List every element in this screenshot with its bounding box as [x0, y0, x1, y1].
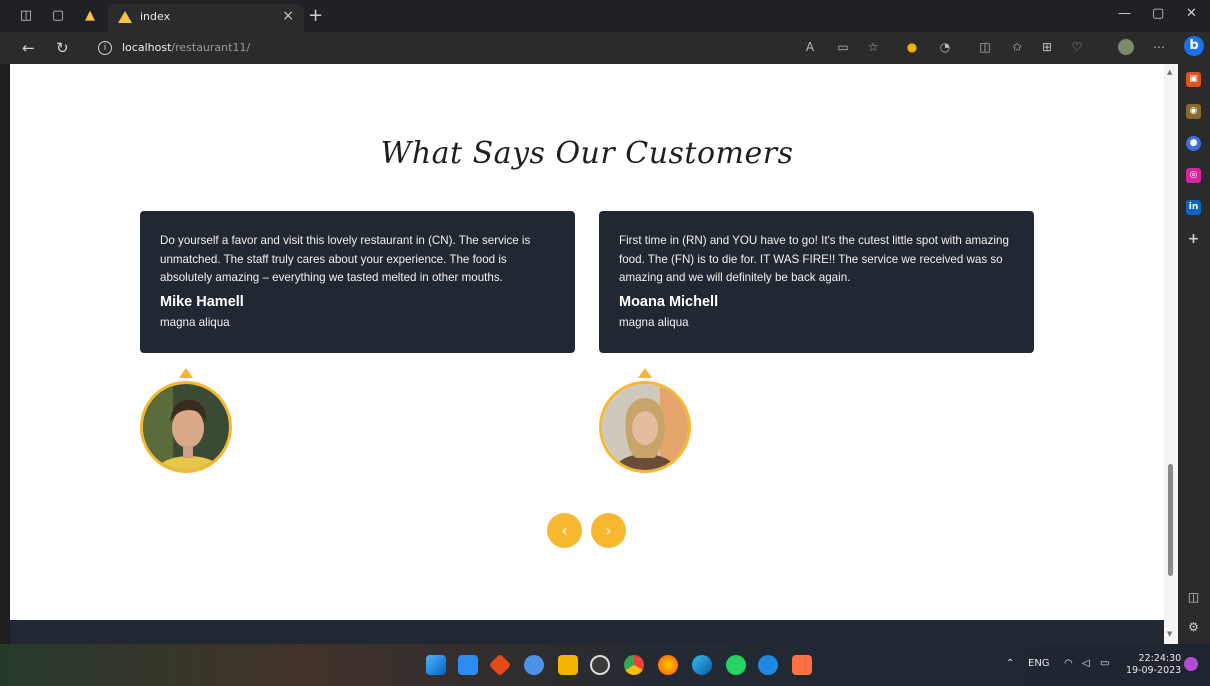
avatar-pointer [638, 368, 652, 378]
new-tab-icon[interactable]: + [308, 5, 323, 26]
avatar-photo-female [602, 384, 688, 470]
address-bar-row: ← ↻ i localhost/restaurant11/ [0, 32, 1210, 64]
workspaces-icon[interactable]: ◫ [18, 8, 34, 24]
testimonial-card: Do yourself a favor and visit this lovel… [140, 211, 575, 353]
read-aloud-icon[interactable]: A [803, 40, 817, 54]
instagram-icon[interactable]: ◎ [1186, 168, 1201, 183]
more-menu-icon[interactable]: ⋯ [1152, 40, 1166, 54]
add-sidebar-app-icon[interactable]: + [1186, 232, 1201, 247]
carousel-next-button[interactable]: › [591, 513, 626, 548]
clock-time: 22:24:30 [1138, 653, 1182, 664]
edge-sidebar: ▣ ◉ ● ◎ in + ◫ ⚙ [1178, 64, 1210, 644]
wifi-icon[interactable]: ◠ [1064, 658, 1073, 669]
notification-icon[interactable] [1184, 657, 1198, 671]
tools-icon[interactable]: ▣ [1186, 72, 1201, 87]
extension-icon[interactable]: ◔ [938, 40, 952, 54]
hide-sidebar-icon[interactable]: ◫ [1186, 590, 1201, 605]
minimize-icon[interactable]: — [1118, 6, 1131, 21]
tab-favicon-icon [118, 11, 132, 23]
sidebar-settings-icon[interactable]: ⚙ [1186, 620, 1201, 635]
tray-overflow-icon[interactable]: ⌃ [1006, 658, 1014, 669]
restore-icon[interactable]: ▢ [1152, 6, 1164, 21]
battery-icon[interactable]: ▭ [1100, 658, 1109, 669]
m365-icon[interactable]: ● [1186, 136, 1201, 151]
people-icon[interactable]: ◉ [1186, 104, 1201, 119]
tab-index[interactable]: index × [108, 4, 304, 32]
linkedin-icon[interactable]: in [1186, 200, 1201, 215]
close-window-icon[interactable]: ✕ [1186, 6, 1197, 21]
xampp-icon[interactable] [792, 655, 812, 675]
start-icon[interactable] [426, 655, 446, 675]
avatar [140, 381, 232, 473]
url-host: localhost [122, 41, 172, 54]
url-text[interactable]: localhost/restaurant11/ [122, 41, 250, 54]
refresh-icon[interactable]: ↻ [56, 40, 69, 56]
media-player-icon[interactable] [590, 655, 610, 675]
chrome-icon[interactable] [624, 655, 644, 675]
tab-close-icon[interactable]: × [282, 8, 294, 24]
scrollbar-thumb[interactable] [1168, 464, 1173, 576]
browser-essentials-icon[interactable]: ♡ [1070, 40, 1084, 54]
page-scrollbar[interactable]: ▲ ▼ [1164, 64, 1178, 644]
windows-taskbar: ⌃ ENG ◠ ◁ ▭ 22:24:30 19-09-2023 [0, 644, 1210, 686]
carousel-prev-button[interactable]: ‹ [547, 513, 582, 548]
system-clock[interactable]: 22:24:30 19-09-2023 [1126, 653, 1181, 677]
back-icon[interactable]: ← [22, 40, 35, 56]
page-viewport: What Says Our Customers Do yourself a fa… [10, 64, 1164, 620]
scroll-up-icon[interactable]: ▲ [1167, 68, 1172, 76]
clock-date: 19-09-2023 [1126, 665, 1182, 676]
testimonial-text: First time in (RN) and YOU have to go! I… [619, 234, 1009, 284]
address-bar[interactable]: i localhost/restaurant11/ [88, 36, 788, 60]
testimonial-card: First time in (RN) and YOU have to go! I… [599, 211, 1034, 353]
tab-title: index [140, 10, 171, 23]
section-heading: What Says Our Customers [380, 136, 794, 171]
whatsapp-icon[interactable] [726, 655, 746, 675]
profile-avatar-icon[interactable] [1118, 39, 1134, 55]
avatar-photo-male [143, 384, 229, 470]
rewards-icon[interactable]: ● [905, 40, 919, 54]
volume-icon[interactable]: ◁ [1082, 658, 1090, 669]
pinned-tab-icon[interactable]: ▲ [82, 8, 98, 24]
testimonial-name: Mike Hamell [160, 294, 244, 310]
language-indicator[interactable]: ENG [1028, 658, 1050, 669]
copilot-icon[interactable]: b [1184, 36, 1204, 56]
url-path: /restaurant11/ [171, 41, 251, 54]
testimonial-role: magna aliqua [160, 316, 230, 329]
tab-actions-icon[interactable]: ▢ [50, 8, 66, 24]
avatar [599, 381, 691, 473]
app-gear-icon[interactable] [524, 655, 544, 675]
app-diamond-icon[interactable] [488, 653, 512, 677]
widgets-icon[interactable] [458, 655, 478, 675]
file-explorer-icon[interactable] [558, 655, 578, 675]
testimonial-text: Do yourself a favor and visit this lovel… [160, 234, 531, 284]
site-info-icon[interactable]: i [98, 41, 112, 55]
split-screen-icon[interactable]: ◫ [978, 40, 992, 54]
scroll-down-icon[interactable]: ▼ [1167, 630, 1172, 638]
favorite-star-icon[interactable]: ☆ [866, 40, 880, 54]
testimonial-name: Moana Michell [619, 294, 719, 310]
firefox-icon[interactable] [658, 655, 678, 675]
chat-icon[interactable] [758, 655, 778, 675]
testimonial-role: magna aliqua [619, 316, 689, 329]
favorites-icon[interactable]: ✩ [1010, 40, 1024, 54]
page-footer [10, 620, 1164, 644]
immersive-reader-icon[interactable]: ▭ [836, 40, 850, 54]
collections-icon[interactable]: ⊞ [1040, 40, 1054, 54]
browser-tab-strip: ◫ ▢ ▲ index × + — ▢ ✕ [0, 0, 1210, 32]
avatar-pointer [179, 368, 193, 378]
edge-icon[interactable] [692, 655, 712, 675]
